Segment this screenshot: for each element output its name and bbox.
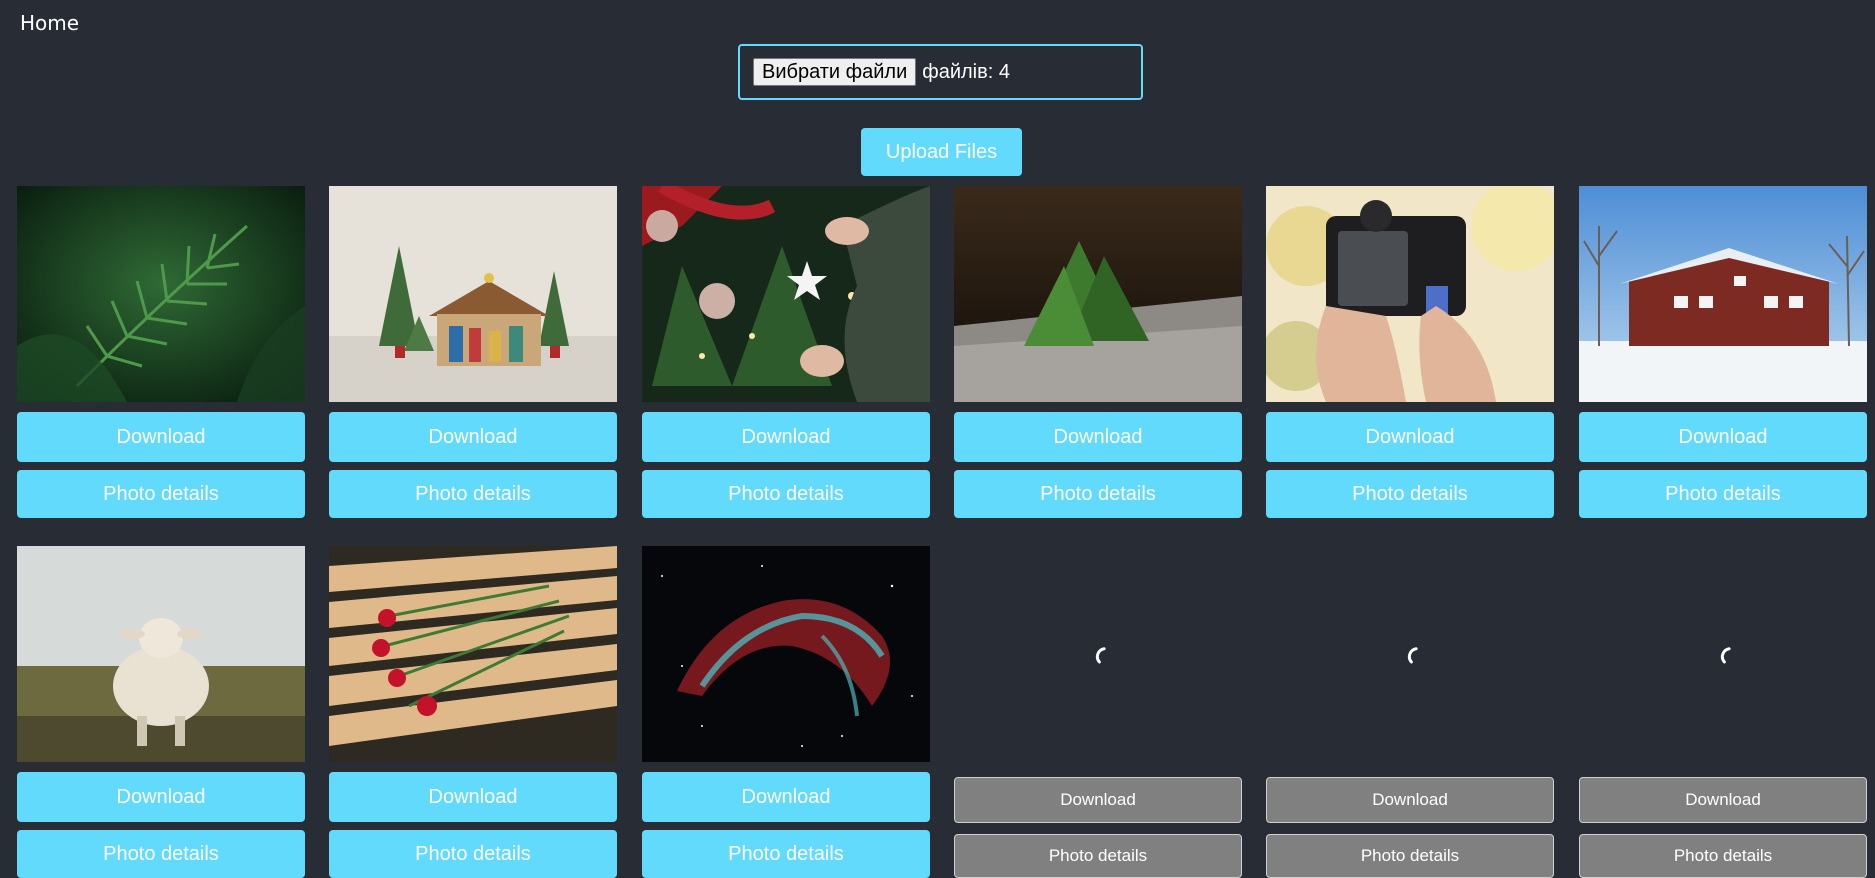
loading-spinner-icon bbox=[1266, 546, 1554, 762]
photo-thumbnail bbox=[329, 186, 617, 402]
upload-files-button[interactable]: Upload Files bbox=[861, 128, 1022, 176]
top-nav: Home bbox=[20, 11, 79, 35]
photo-thumbnail bbox=[1579, 186, 1867, 402]
download-button[interactable]: Download bbox=[1266, 412, 1554, 462]
photo-thumbnail bbox=[17, 186, 305, 402]
download-button[interactable]: Download bbox=[329, 772, 617, 822]
photo-thumbnail bbox=[642, 186, 930, 402]
photo-details-button[interactable]: Photo details bbox=[642, 470, 930, 518]
photo-thumbnail bbox=[17, 546, 305, 762]
photo-details-button[interactable]: Photo details bbox=[954, 470, 1242, 518]
download-button-disabled[interactable]: Download bbox=[954, 777, 1242, 823]
download-button[interactable]: Download bbox=[642, 412, 930, 462]
photo-details-button[interactable]: Photo details bbox=[17, 830, 305, 878]
photo-details-button[interactable]: Photo details bbox=[329, 470, 617, 518]
loading-spinner-icon bbox=[954, 546, 1242, 762]
photo-thumbnail bbox=[642, 546, 930, 762]
home-link[interactable]: Home bbox=[20, 11, 79, 35]
photo-thumbnail bbox=[329, 546, 617, 762]
photo-details-button-disabled[interactable]: Photo details bbox=[1579, 834, 1867, 878]
download-button[interactable]: Download bbox=[17, 772, 305, 822]
loading-spinner-icon bbox=[1579, 546, 1867, 762]
download-button-disabled[interactable]: Download bbox=[1579, 777, 1867, 823]
file-input[interactable]: Вибрати файли файлів: 4 bbox=[738, 44, 1143, 100]
selected-files-count: файлів: 4 bbox=[922, 60, 1010, 83]
download-button[interactable]: Download bbox=[954, 412, 1242, 462]
download-button[interactable]: Download bbox=[1579, 412, 1867, 462]
photo-details-button[interactable]: Photo details bbox=[1579, 470, 1867, 518]
photo-details-button[interactable]: Photo details bbox=[642, 830, 930, 878]
download-button[interactable]: Download bbox=[642, 772, 930, 822]
photo-details-button[interactable]: Photo details bbox=[329, 830, 617, 878]
photo-details-button[interactable]: Photo details bbox=[17, 470, 305, 518]
download-button[interactable]: Download bbox=[329, 412, 617, 462]
photo-details-button[interactable]: Photo details bbox=[1266, 470, 1554, 518]
photo-thumbnail bbox=[954, 186, 1242, 402]
photo-details-button-disabled[interactable]: Photo details bbox=[954, 834, 1242, 878]
photo-thumbnail bbox=[1266, 186, 1554, 402]
choose-files-button[interactable]: Вибрати файли bbox=[753, 58, 917, 86]
download-button[interactable]: Download bbox=[17, 412, 305, 462]
download-button-disabled[interactable]: Download bbox=[1266, 777, 1554, 823]
photo-details-button-disabled[interactable]: Photo details bbox=[1266, 834, 1554, 878]
